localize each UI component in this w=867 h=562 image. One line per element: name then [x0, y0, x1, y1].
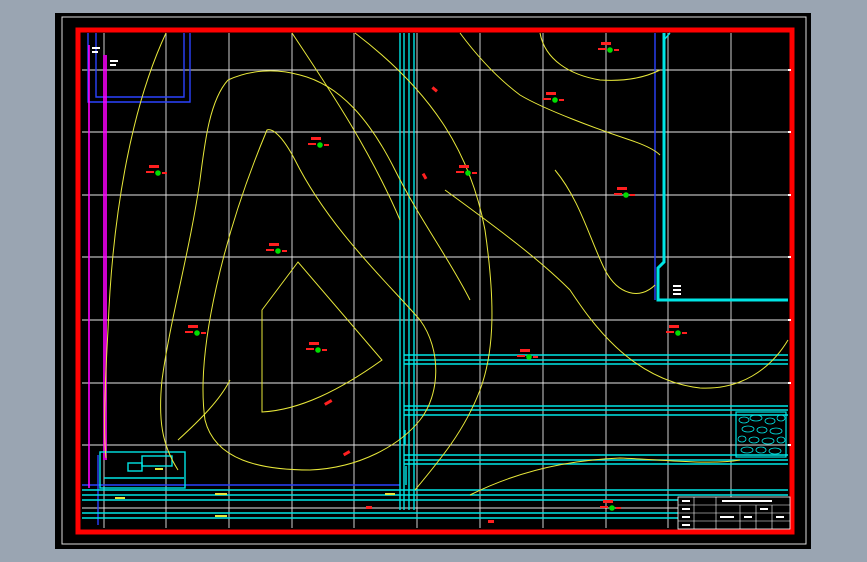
cad-viewport: [0, 0, 867, 562]
drawing-canvas[interactable]: [0, 0, 867, 562]
title-block: [677, 496, 791, 530]
building-label-marks: [673, 285, 681, 295]
